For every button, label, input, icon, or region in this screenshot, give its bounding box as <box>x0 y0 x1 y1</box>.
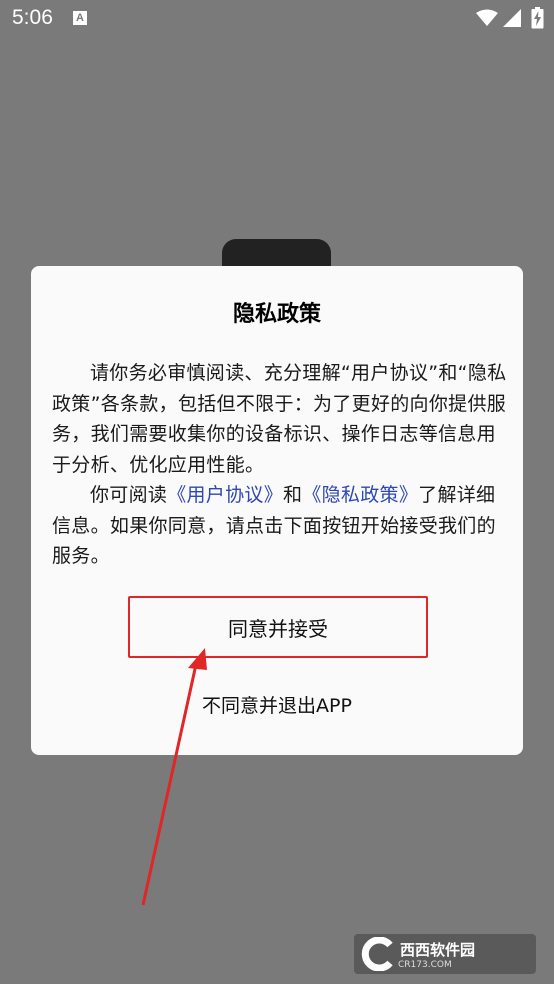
watermark-logo: 西西软件园 CR173.COM <box>354 934 536 974</box>
decline-exit-button[interactable]: 不同意并退出APP <box>31 686 523 722</box>
dialog-paragraph-1: 请你务必审慎阅读、充分理解“用户协议”和“隐私政策”各条款，包括但不限于：为了更… <box>52 362 507 476</box>
watermark-brand: 西西软件园 <box>400 940 476 959</box>
status-bar: 5:06 A <box>0 0 554 38</box>
paragraph-2-and: 和 <box>283 484 303 506</box>
status-time: 5:06 <box>12 6 53 29</box>
signal-icon <box>503 9 521 27</box>
watermark-text-block: 西西软件园 CR173.COM <box>398 939 475 970</box>
wifi-icon <box>476 9 498 26</box>
watermark-domain: CR173.COM <box>398 959 452 970</box>
user-agreement-link[interactable]: 《用户协议》 <box>167 484 283 506</box>
dialog-title: 隐私政策 <box>232 302 321 327</box>
battery-charging-icon <box>531 7 544 29</box>
privacy-policy-dialog: 隐私政策 请你务必审慎阅读、充分理解“用户协议”和“隐私政策”各条款，包括但不限… <box>31 266 523 755</box>
privacy-policy-link[interactable]: 《隐私政策》 <box>302 484 418 506</box>
dialog-paragraph-2: 你可阅读《用户协议》和《隐私政策》了解详细信息。如果你同意，请点击下面按钮开始接… <box>52 480 507 572</box>
watermark-c-icon <box>361 937 393 971</box>
accept-button[interactable]: 同意并接受 <box>128 596 428 658</box>
dialog-body: 请你务必审慎阅读、充分理解“用户协议”和“隐私政策”各条款，包括但不限于：为了更… <box>52 358 507 572</box>
notification-a-icon: A <box>73 11 87 25</box>
paragraph-2-prefix: 你可阅读 <box>90 484 168 506</box>
